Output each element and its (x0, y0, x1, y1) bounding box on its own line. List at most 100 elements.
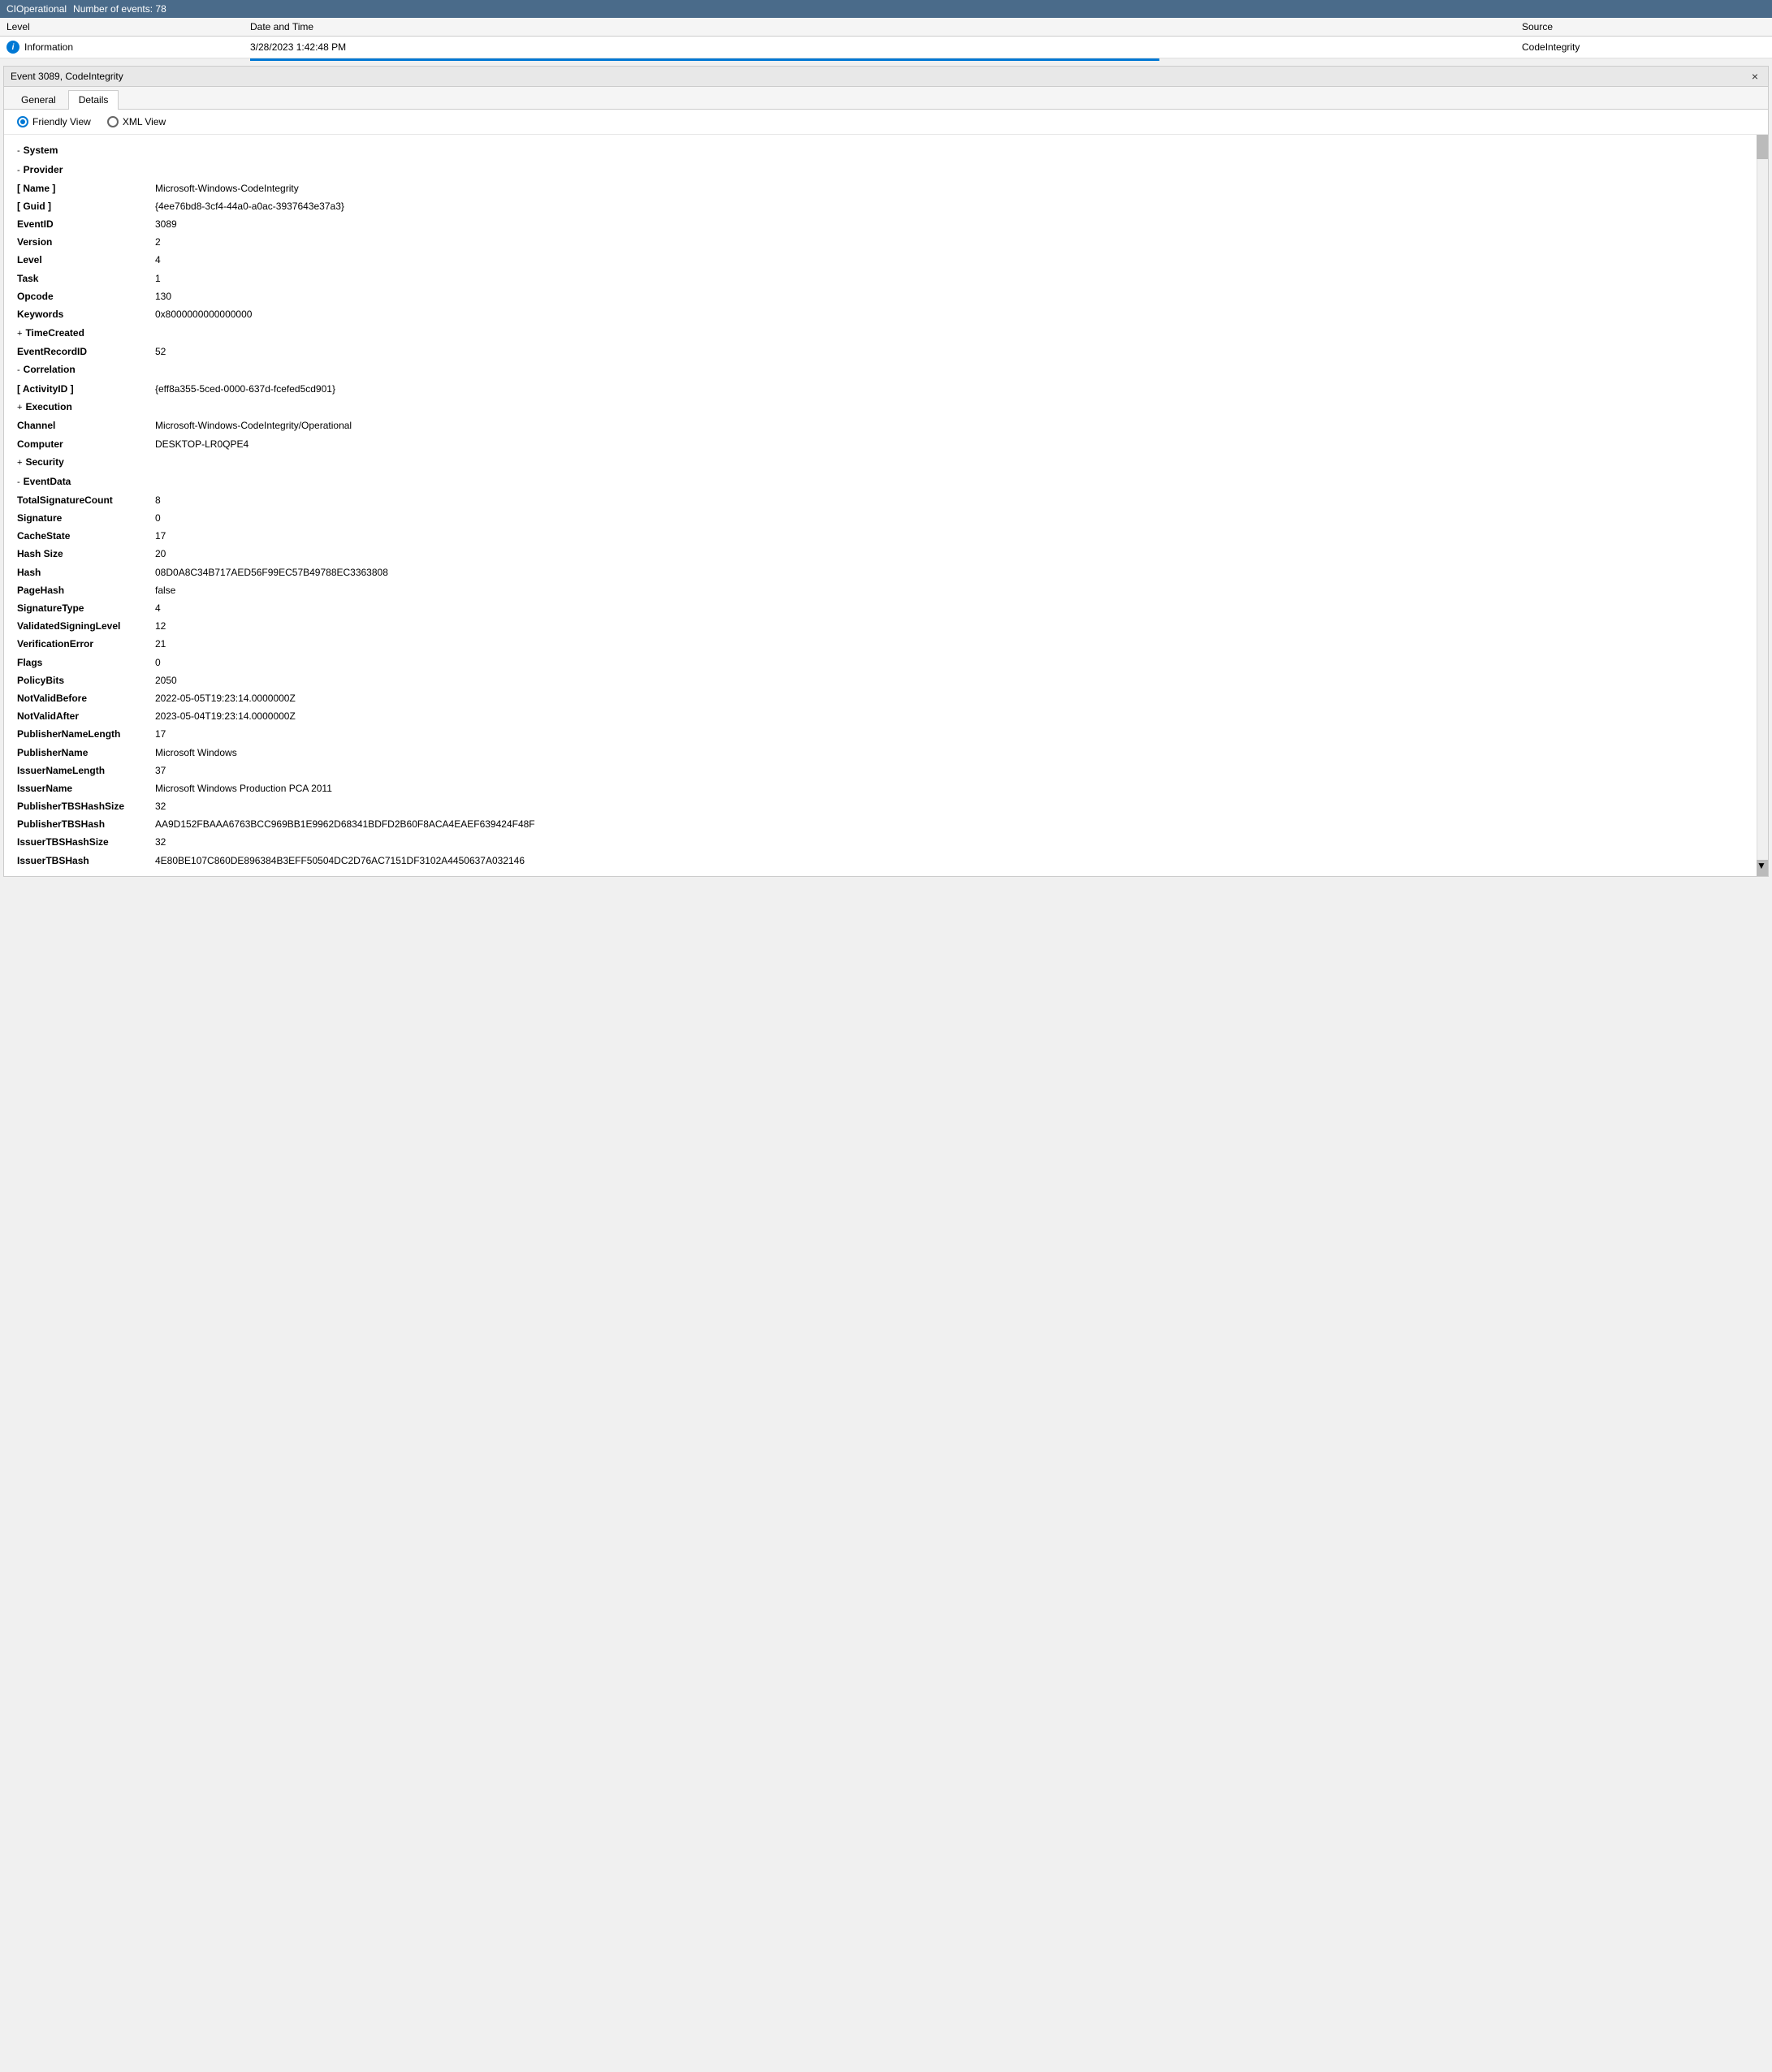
validsigning-value: 12 (155, 619, 166, 634)
tab-general[interactable]: General (11, 90, 67, 109)
provider-label: Provider (24, 162, 63, 178)
pubname-value: Microsoft Windows (155, 745, 237, 761)
issuername-row: IssuerName Microsoft Windows Production … (17, 779, 1755, 797)
eventdata-collapse-btn[interactable]: - (17, 476, 20, 490)
correlation-header: - Correlation (17, 360, 1755, 380)
tabs-bar: General Details (4, 87, 1768, 110)
opcode-row: Opcode 130 (17, 287, 1755, 305)
scrollbar-track[interactable]: ▼ (1757, 135, 1768, 876)
pubtbshash-key: PublisherTBSHash (17, 817, 155, 832)
correlation-collapse-btn[interactable]: - (17, 364, 20, 378)
computer-row: Computer DESKTOP-LR0QPE4 (17, 435, 1755, 453)
activityid-value: {eff8a355-5ced-0000-637d-fcefed5cd901} (155, 382, 335, 397)
policybits-key: PolicyBits (17, 673, 155, 689)
notvalidbefore-value: 2022-05-05T19:23:14.0000000Z (155, 691, 296, 706)
activityid-key: [ ActivityID ] (17, 382, 155, 397)
timecreated-expand-btn[interactable]: + (17, 327, 22, 342)
hash-row: Hash 08D0A8C34B717AED56F99EC57B49788EC33… (17, 563, 1755, 581)
execution-header: + Execution (17, 398, 1755, 417)
notvalidafter-row: NotValidAfter 2023-05-04T19:23:14.000000… (17, 708, 1755, 726)
system-label: System (24, 143, 58, 158)
provider-guid-row: [ Guid ] {4ee76bd8-3cf4-44a0-a0ac-393764… (17, 197, 1755, 215)
pubtbshash-row: PublisherTBSHash AA9D152FBAAA6763BCC969B… (17, 816, 1755, 834)
provider-guid-key: [ Guid ] (17, 199, 155, 214)
datetime-value: 3/28/2023 1:42:48 PM (250, 41, 1522, 53)
notvalidbefore-key: NotValidBefore (17, 691, 155, 706)
hash-key: Hash (17, 565, 155, 581)
issuertbshash-key: IssuerTBSHash (17, 853, 155, 869)
event-panel: Event 3089, CodeIntegrity × General Deta… (3, 66, 1769, 877)
cachestate-row: CacheState 17 (17, 528, 1755, 546)
pubtbshashsize-value: 32 (155, 799, 166, 814)
activityid-row: [ ActivityID ] {eff8a355-5ced-0000-637d-… (17, 380, 1755, 398)
policybits-row: PolicyBits 2050 (17, 671, 1755, 689)
issuernamelength-row: IssuerNameLength 37 (17, 762, 1755, 779)
channel-row: Channel Microsoft-Windows-CodeIntegrity/… (17, 417, 1755, 435)
close-button[interactable]: × (1748, 70, 1761, 83)
friendly-view-option[interactable]: Friendly View (17, 116, 91, 127)
issuernamelength-value: 37 (155, 763, 166, 779)
signature-row: Signature 0 (17, 510, 1755, 528)
pubname-row: PublisherName Microsoft Windows (17, 744, 1755, 762)
eventdata-label: EventData (24, 474, 71, 490)
task-key: Task (17, 271, 155, 287)
notvalidafter-key: NotValidAfter (17, 709, 155, 724)
column-headers: Level Date and Time Source (0, 18, 1772, 37)
event-count: Number of events: 78 (73, 3, 166, 15)
event-panel-title: Event 3089, CodeIntegrity (11, 71, 123, 82)
system-collapse-btn[interactable]: - (17, 145, 20, 159)
pagehash-row: PageHash false (17, 581, 1755, 599)
level-cell: i Information (6, 41, 250, 54)
friendly-view-radio[interactable] (17, 116, 28, 127)
pubtbshashsize-key: PublisherTBSHashSize (17, 799, 155, 814)
notvalidafter-value: 2023-05-04T19:23:14.0000000Z (155, 709, 296, 724)
col-level-header: Level (6, 21, 250, 32)
eventid-value: 3089 (155, 217, 177, 232)
tab-details[interactable]: Details (68, 90, 119, 110)
task-row: Task 1 (17, 270, 1755, 287)
top-bar: CIOperational Number of events: 78 (0, 0, 1772, 18)
eventid-row: EventID 3089 (17, 216, 1755, 234)
event-row[interactable]: i Information 3/28/2023 1:42:48 PM CodeI… (0, 37, 1772, 58)
issuertbshashsize-row: IssuerTBSHashSize 32 (17, 834, 1755, 852)
eventdata-section-header: - EventData (17, 473, 1755, 492)
version-key: Version (17, 235, 155, 250)
pagehash-key: PageHash (17, 583, 155, 598)
provider-name-key: [ Name ] (17, 181, 155, 196)
scrollbar-thumb-top[interactable] (1757, 135, 1768, 159)
scroll-indicator (250, 58, 1766, 61)
sigtype-row: SignatureType 4 (17, 600, 1755, 618)
opcode-value: 130 (155, 289, 171, 304)
eventrecordid-key: EventRecordID (17, 344, 155, 360)
pubnamelength-key: PublisherNameLength (17, 727, 155, 742)
view-options: Friendly View XML View (4, 110, 1768, 135)
security-expand-btn[interactable]: + (17, 456, 22, 471)
pubnamelength-value: 17 (155, 727, 166, 742)
issuertbshashsize-key: IssuerTBSHashSize (17, 835, 155, 850)
validsigning-key: ValidatedSigningLevel (17, 619, 155, 634)
flags-row: Flags 0 (17, 654, 1755, 671)
issuertbshash-value: 4E80BE107C860DE896384B3EFF50504DC2D76AC7… (155, 853, 525, 869)
execution-expand-btn[interactable]: + (17, 401, 22, 416)
keywords-key: Keywords (17, 307, 155, 322)
execution-label: Execution (25, 399, 71, 415)
notvalidbefore-row: NotValidBefore 2022-05-05T19:23:14.00000… (17, 689, 1755, 707)
computer-value: DESKTOP-LR0QPE4 (155, 437, 249, 452)
hashsize-key: Hash Size (17, 546, 155, 562)
provider-collapse-btn[interactable]: - (17, 164, 20, 179)
computer-key: Computer (17, 437, 155, 452)
scrollbar-thumb-bottom[interactable]: ▼ (1757, 860, 1768, 876)
details-wrapper: - System - Provider [ Name ] Microsoft-W… (4, 135, 1768, 876)
eventrecordid-row: EventRecordID 52 (17, 343, 1755, 360)
xml-view-radio[interactable] (107, 116, 119, 127)
security-header: + Security (17, 453, 1755, 473)
xml-view-option[interactable]: XML View (107, 116, 166, 127)
source-value: CodeIntegrity (1522, 41, 1766, 53)
channel-key: Channel (17, 418, 155, 434)
details-content[interactable]: - System - Provider [ Name ] Microsoft-W… (4, 135, 1768, 876)
col-datetime-header: Date and Time (250, 21, 1522, 32)
timecreated-header: + TimeCreated (17, 324, 1755, 343)
provider-section-header: - Provider (17, 161, 1755, 180)
pubtbshash-value: AA9D152FBAAA6763BCC969BB1E9962D68341BDFD… (155, 817, 535, 832)
pubnamelength-row: PublisherNameLength 17 (17, 726, 1755, 744)
